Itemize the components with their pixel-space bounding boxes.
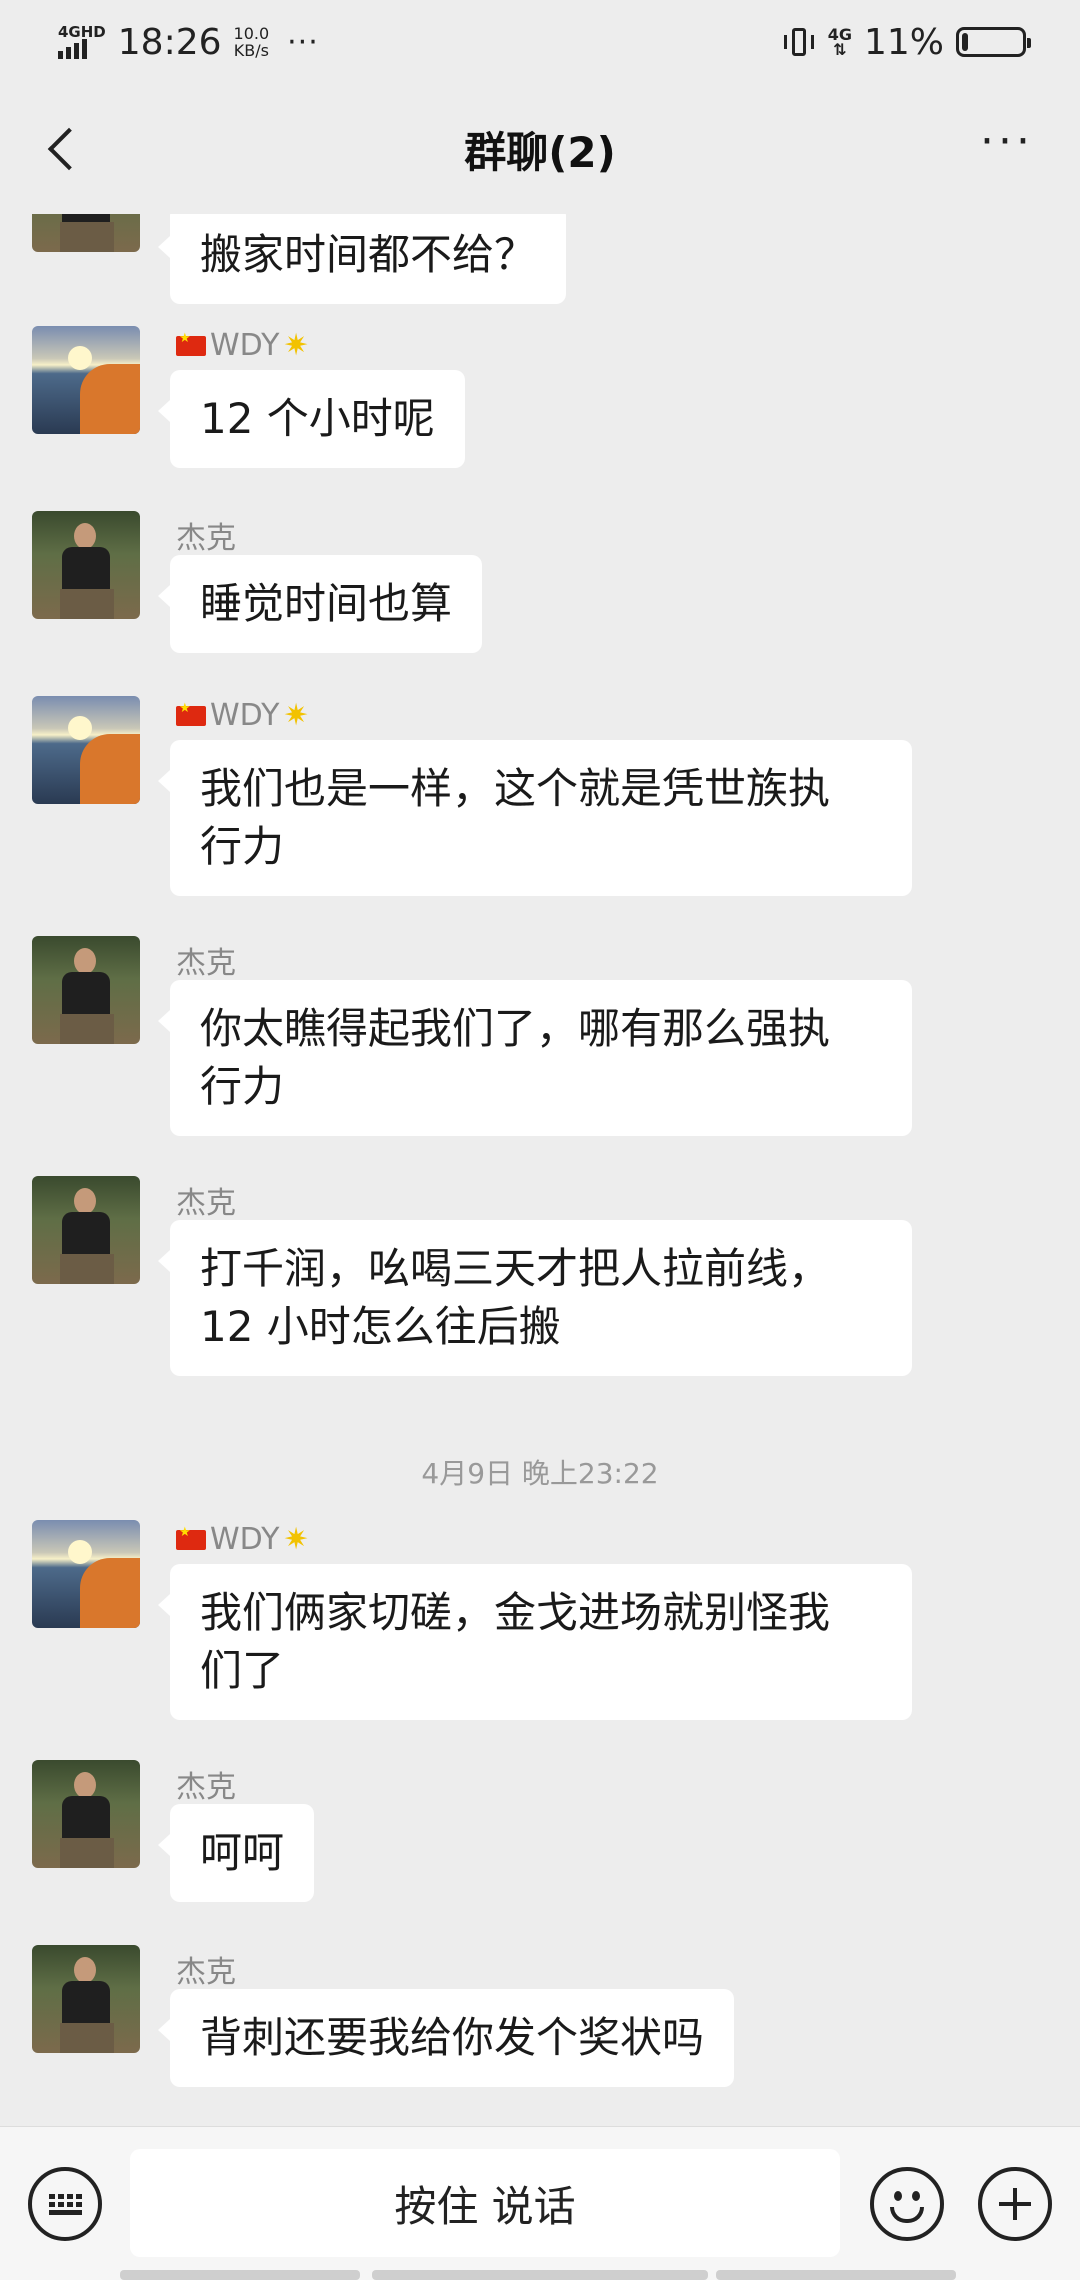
wdy-avatar[interactable]: [32, 326, 140, 434]
emoji-icon[interactable]: [870, 2167, 944, 2241]
data-network-icon: 4G ⇅: [828, 27, 852, 59]
gesture-bar-segment: [120, 2270, 360, 2280]
network-type: 4GHD: [58, 23, 106, 41]
gesture-bar-segment: [716, 2270, 956, 2280]
message-bubble[interactable]: 你太瞧得起我们了，哪有那么强执 行力: [158, 980, 912, 1136]
speed-value: 10.0: [233, 24, 270, 43]
status-left: 4GHD 18:26 10.0 KB/s ···: [58, 22, 319, 63]
star-icon: ✷: [283, 328, 309, 363]
star-icon: ✷: [283, 1522, 309, 1557]
sender-label: WDY: [210, 328, 280, 363]
battery-icon: [956, 27, 1031, 57]
add-icon[interactable]: [978, 2167, 1052, 2241]
clock: 18:26: [117, 21, 222, 63]
sender-name: 杰克: [176, 1186, 236, 1221]
message-line: 我们俩家切磋，金戈进场就别怪我: [200, 1588, 831, 1637]
china-flag-icon: [176, 701, 206, 726]
hold-to-talk-button[interactable]: 按住 说话: [130, 2149, 840, 2257]
sender-name: WDY ✷: [176, 698, 309, 733]
chat-screen: 4GHD 18:26 10.0 KB/s ··· 4G ⇅ 11% 群聊(2) …: [0, 0, 1080, 2280]
jk-avatar[interactable]: [32, 214, 140, 252]
message-line: 们了: [200, 1646, 285, 1695]
more-options-icon[interactable]: ···: [980, 120, 1034, 164]
message-bubble[interactable]: 我们也是一样，这个就是凭世族执 行力: [158, 740, 912, 896]
message-line: 我们也是一样，这个就是凭世族执: [200, 764, 831, 813]
jk-avatar[interactable]: [32, 1945, 140, 2053]
keyboard-icon[interactable]: [28, 2167, 102, 2241]
message-line: 行力: [200, 1062, 285, 1111]
star-icon: ✷: [283, 698, 309, 733]
message-bubble[interactable]: 搬家时间都不给？: [157, 214, 567, 304]
message-list[interactable]: 搬家时间都不给？ WDY ✷ 12 个小时呢 杰克 睡觉时间也算 WDY ✷: [0, 214, 1080, 2126]
jk-avatar[interactable]: [32, 1760, 140, 1868]
back-icon[interactable]: [40, 124, 86, 174]
sender-label: WDY: [210, 698, 280, 733]
vibrate-icon: [782, 25, 816, 59]
message-bubble[interactable]: 睡觉时间也算: [157, 555, 483, 653]
sender-name: WDY ✷: [176, 1522, 309, 1557]
message-line: 行力: [200, 822, 285, 871]
network-speed: 10.0 KB/s: [234, 25, 270, 59]
status-bar: 4GHD 18:26 10.0 KB/s ··· 4G ⇅ 11%: [0, 0, 1080, 84]
battery-fill: [962, 33, 969, 51]
speed-unit: KB/s: [233, 41, 269, 60]
message-line: 你太瞧得起我们了，哪有那么强执: [200, 1004, 831, 1053]
sender-name: 杰克: [176, 521, 236, 556]
input-bar: 按住 说话: [0, 2126, 1080, 2280]
status-overflow-icon: ···: [287, 24, 319, 60]
message-bubble[interactable]: 我们俩家切磋，金戈进场就别怪我 们了: [158, 1564, 912, 1720]
message-bubble[interactable]: 12 个小时呢: [158, 370, 465, 468]
message-bubble[interactable]: 打千润，吆喝三天才把人拉前线， 12 小时怎么往后搬: [158, 1220, 912, 1376]
signal-bars-icon: [58, 39, 87, 59]
wdy-avatar[interactable]: [32, 1520, 140, 1628]
message-bubble[interactable]: 呵呵: [157, 1804, 315, 1902]
sender-name: 杰克: [176, 1770, 236, 1805]
sender-name: WDY ✷: [176, 328, 309, 363]
battery-percent: 11%: [863, 21, 944, 63]
cellular-signal: 4GHD: [58, 25, 106, 59]
sender-name: 杰克: [176, 946, 236, 981]
page-title: 群聊(2): [464, 127, 616, 177]
jk-avatar[interactable]: [32, 1176, 140, 1284]
message-bubble[interactable]: 背刺还要我给你发个奖状吗: [157, 1989, 735, 2087]
wdy-avatar[interactable]: [32, 696, 140, 804]
china-flag-icon: [176, 331, 206, 356]
chat-timestamp: 4月9日 晚上23:22: [421, 1457, 659, 1490]
nav-bar: 群聊(2) ···: [0, 84, 1080, 214]
jk-avatar[interactable]: [32, 936, 140, 1044]
gesture-bar-segment: [372, 2270, 708, 2280]
message-line: 12 小时怎么往后搬: [200, 1302, 561, 1351]
china-flag-icon: [176, 1525, 206, 1550]
jk-avatar[interactable]: [32, 511, 140, 619]
data-arrows-icon: ⇅: [833, 40, 847, 59]
sender-name: 杰克: [176, 1955, 236, 1990]
sender-label: WDY: [210, 1522, 280, 1557]
message-line: 打千润，吆喝三天才把人拉前线，: [200, 1244, 831, 1293]
status-right: 4G ⇅ 11%: [782, 21, 1031, 63]
